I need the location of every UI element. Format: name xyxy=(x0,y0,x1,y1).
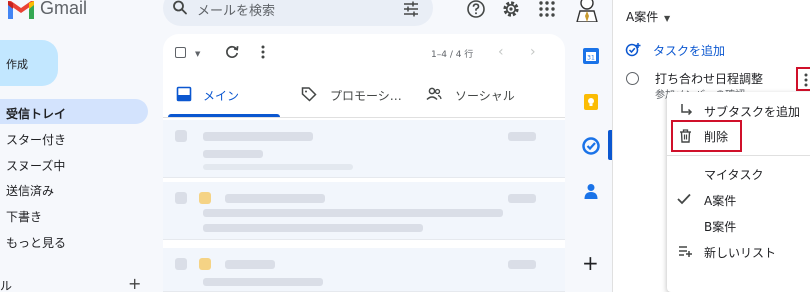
inbox-tab-icon xyxy=(176,86,192,102)
menu-new-list[interactable]: 新しいリスト xyxy=(704,244,776,261)
task-title[interactable]: 打ち合わせ日程調整 xyxy=(655,70,763,87)
task-complete-checkbox[interactable] xyxy=(626,72,639,85)
sidebar-item-inbox[interactable]: 受信トレイ xyxy=(6,105,66,122)
task-options-icon[interactable] xyxy=(801,72,810,88)
email-row[interactable] xyxy=(163,182,565,240)
task-list-selector[interactable]: A案件 ▼ xyxy=(626,8,670,25)
tab-divider xyxy=(163,117,565,118)
settings-gear-icon[interactable] xyxy=(501,0,521,19)
svg-text:31: 31 xyxy=(587,55,595,62)
tag-icon xyxy=(301,87,317,102)
menu-divider xyxy=(667,155,810,156)
sidebar-item-snoozed[interactable]: スヌーズ中 xyxy=(6,157,65,174)
refresh-icon[interactable] xyxy=(224,44,240,60)
people-icon xyxy=(426,87,442,101)
calendar-icon[interactable]: 31 xyxy=(582,47,600,65)
labels-heading: ル xyxy=(0,279,13,292)
keep-icon[interactable] xyxy=(582,93,600,111)
gmail-logo-text: Gmail xyxy=(40,0,88,18)
apps-grid-icon[interactable] xyxy=(537,0,557,19)
email-row[interactable] xyxy=(163,248,565,292)
pagination-count: 1–4 / 4 行 xyxy=(431,50,474,60)
sidebar-item-sent[interactable]: 送信済み xyxy=(6,182,54,199)
help-icon[interactable] xyxy=(466,0,486,19)
gmail-logo-icon[interactable] xyxy=(6,0,36,20)
search-options-icon[interactable] xyxy=(402,0,420,18)
tab-main[interactable]: メイン xyxy=(203,87,239,104)
sidebar-item-more[interactable]: もっと見る xyxy=(6,234,66,251)
sidebar-item-drafts[interactable]: 下書き xyxy=(6,208,42,225)
chevron-down-icon: ▼ xyxy=(664,14,671,23)
subtask-icon xyxy=(681,104,693,116)
menu-item-add-subtask[interactable]: サブタスクを追加 xyxy=(704,103,800,120)
previous-page-icon[interactable]: ‹ xyxy=(498,44,504,60)
menu-list-a-project[interactable]: A案件 xyxy=(704,192,736,209)
menu-list-my-tasks[interactable]: マイタスク xyxy=(704,166,764,183)
add-task-icon[interactable] xyxy=(625,42,641,58)
email-row[interactable] xyxy=(163,120,565,178)
select-dropdown-icon[interactable]: ▼ xyxy=(195,50,200,58)
tasks-icon[interactable] xyxy=(582,137,600,155)
sidebar-item-starred[interactable]: スター付き xyxy=(6,131,66,148)
search-icon[interactable] xyxy=(172,0,188,16)
add-addon-button[interactable]: + xyxy=(582,251,599,275)
next-page-icon[interactable]: › xyxy=(530,44,536,60)
select-all-checkbox[interactable] xyxy=(175,47,186,58)
compose-label: 作成 xyxy=(6,58,28,71)
contacts-icon[interactable] xyxy=(582,182,600,200)
checkmark-icon xyxy=(677,193,691,205)
new-list-icon xyxy=(679,246,692,257)
add-label-button[interactable]: + xyxy=(128,274,141,292)
search-input[interactable]: メールを検索 xyxy=(197,0,275,19)
tab-promotions[interactable]: プロモーシ… xyxy=(330,87,402,104)
tab-social[interactable]: ソーシャル xyxy=(455,87,515,104)
more-options-icon[interactable] xyxy=(258,44,268,60)
task-list-name: A案件 xyxy=(626,10,659,24)
add-task-button[interactable]: タスクを追加 xyxy=(653,42,725,59)
menu-list-b-project[interactable]: B案件 xyxy=(704,218,736,235)
account-avatar[interactable] xyxy=(574,0,600,22)
delete-highlight xyxy=(671,120,742,152)
